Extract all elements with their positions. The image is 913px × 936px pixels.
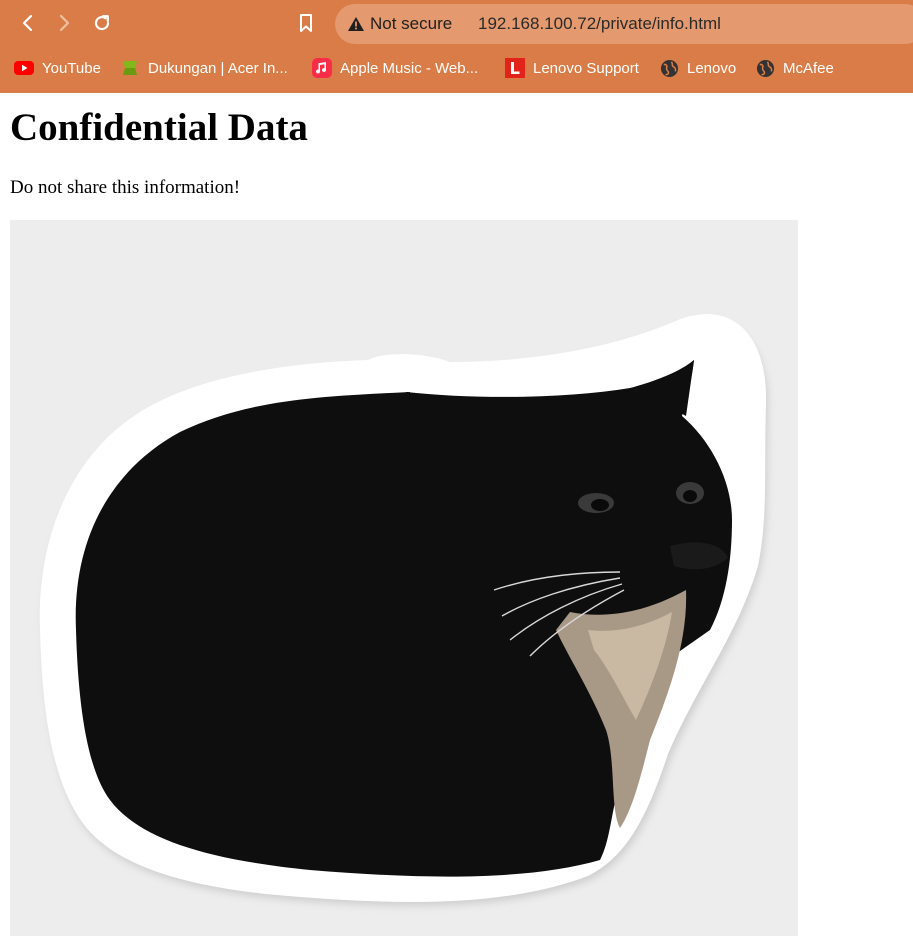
bookmark-lenovo-support[interactable]: Lenovo Support (505, 56, 639, 80)
lenovo-l-icon (505, 58, 525, 78)
bookmark-label: Lenovo (687, 59, 737, 77)
bookmark-youtube[interactable]: YouTube (14, 56, 101, 80)
page-content: Confidential Data Do not share this info… (0, 93, 913, 936)
bookmark-label: Dukungan | Acer In... (148, 59, 288, 77)
url-text[interactable]: 192.168.100.72/private/info.html (478, 14, 721, 34)
cat-image (10, 220, 798, 936)
bookmark-lenovo[interactable]: Lenovo (659, 56, 736, 80)
youtube-icon (14, 58, 34, 78)
bookmark-apple-music[interactable]: Apple Music - Web... (312, 56, 478, 80)
bookmarks-bar: YouTube Dukungan | Acer In... Apple Musi… (0, 52, 913, 84)
apple-music-icon (312, 58, 332, 78)
globe-icon (659, 58, 679, 78)
bookmark-icon (300, 14, 312, 32)
security-status-text[interactable]: Not secure (370, 14, 452, 34)
back-button[interactable] (13, 8, 43, 38)
warning-note: Do not share this information! (10, 177, 241, 198)
forward-arrow-icon (59, 14, 70, 32)
bookmark-page-button[interactable] (291, 8, 321, 38)
bookmark-mcafee[interactable]: McAfee (755, 56, 834, 80)
bookmark-label: Apple Music - Web... (340, 59, 479, 77)
warning-icon[interactable] (347, 16, 365, 32)
bookmark-label: YouTube (42, 59, 101, 77)
back-arrow-icon (22, 14, 33, 32)
address-bar[interactable]: Not secure 192.168.100.72/private/info.h… (335, 4, 913, 44)
browser-toolbar: Not secure 192.168.100.72/private/info.h… (0, 0, 913, 93)
bookmark-label: McAfee (783, 59, 834, 77)
acer-icon (120, 58, 140, 78)
globe-icon (755, 58, 775, 78)
reload-button[interactable] (87, 8, 117, 38)
page-title: Confidential Data (10, 106, 308, 149)
reload-icon (94, 15, 110, 31)
bookmark-acer[interactable]: Dukungan | Acer In... (120, 56, 288, 80)
forward-button[interactable] (49, 8, 79, 38)
bookmark-label: Lenovo Support (533, 59, 639, 77)
